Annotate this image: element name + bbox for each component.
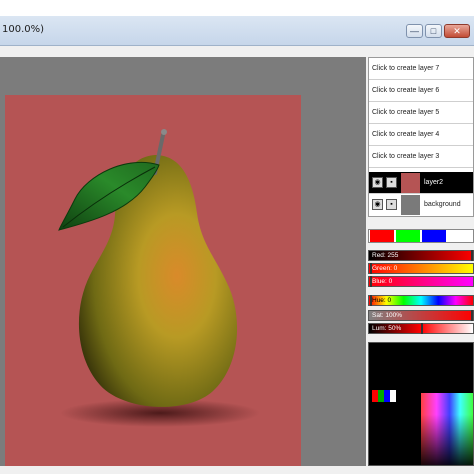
pear-image [58,129,260,427]
layer-slot-label: Click to create layer 4 [372,131,440,138]
layer-slot-label: Click to create layer 5 [372,109,440,116]
workspace [0,57,366,467]
top-strip [0,0,474,16]
status-bar [0,466,474,474]
lum-slider[interactable]: Lum: 50% [368,323,474,334]
lock-icon[interactable]: ▪ [386,199,397,210]
layer-thumbnail [401,195,420,215]
layer-row-background[interactable]: ◉ ▪ background [369,194,473,216]
lum-slider-label: Lum: 50% [372,325,402,332]
right-panel: Click to create layer 7 Click to create … [368,57,474,466]
layer-slot-7[interactable]: Click to create layer 7 [369,58,473,80]
minimize-button[interactable]: — [406,24,423,38]
sat-slider[interactable]: Sat: 100% [368,310,474,321]
window-controls: — □ ✕ [406,24,470,38]
hue-slider[interactable]: Hue: 0 [368,295,474,306]
title-bar[interactable]: 100.0%) — □ ✕ [0,16,474,46]
red-slider-thumb[interactable] [471,250,473,261]
window-title: 100.0%) [2,24,45,35]
layer-slot-6[interactable]: Click to create layer 6 [369,80,473,102]
image-canvas[interactable] [5,95,301,467]
color-gradient-box[interactable] [421,393,473,465]
layer-name: background [424,201,461,208]
blue-slider-thumb[interactable] [370,276,372,287]
lum-slider-thumb[interactable] [421,323,423,334]
swatch-green[interactable] [396,230,420,242]
red-slider-label: Red: 255 [372,252,399,259]
layer-slot-4[interactable]: Click to create layer 4 [369,124,473,146]
layer-slot-3[interactable]: Click to create layer 3 [369,146,473,168]
eye-icon[interactable]: ◉ [372,177,383,188]
swatch-blue[interactable] [422,230,446,242]
layer-slot-5[interactable]: Click to create layer 5 [369,102,473,124]
layer-slot-label: Click to create layer 7 [372,65,440,72]
layers-panel: Click to create layer 7 Click to create … [368,57,474,217]
lock-icon[interactable]: ▪ [386,177,397,188]
stem-tip [161,129,167,135]
green-slider[interactable]: Green: 0 [368,263,474,274]
red-slider[interactable]: Red: 255 [368,250,474,261]
layer-slot-label: Click to create layer 3 [372,153,440,160]
layer-row-layer2[interactable]: ◉ ▪ layer2 [369,172,473,194]
eye-icon[interactable]: ◉ [372,199,383,210]
app-window: 100.0%) — □ ✕ Click to create layer 7 Cl… [0,0,474,474]
layer-name: layer2 [424,179,444,186]
swatch-white[interactable] [448,230,472,242]
green-slider-thumb[interactable] [370,263,372,274]
maximize-button[interactable]: □ [425,24,442,38]
swatch-red[interactable] [370,230,394,242]
picker-swatch-white [390,390,396,402]
green-slider-label: Green: 0 [372,265,398,272]
sat-slider-thumb[interactable] [471,310,473,321]
blue-slider-label: Blue: 0 [372,278,393,285]
layer-thumbnail [401,173,420,193]
blue-slider[interactable]: Blue: 0 [368,276,474,287]
hue-slider-label: Hue: 0 [372,297,392,304]
close-button[interactable]: ✕ [444,24,470,38]
sat-slider-label: Sat: 100% [372,312,402,319]
hue-slider-thumb[interactable] [370,295,372,306]
color-swatches [368,229,474,243]
color-picker[interactable] [368,342,474,466]
layer-slot-label: Click to create layer 6 [372,87,440,94]
